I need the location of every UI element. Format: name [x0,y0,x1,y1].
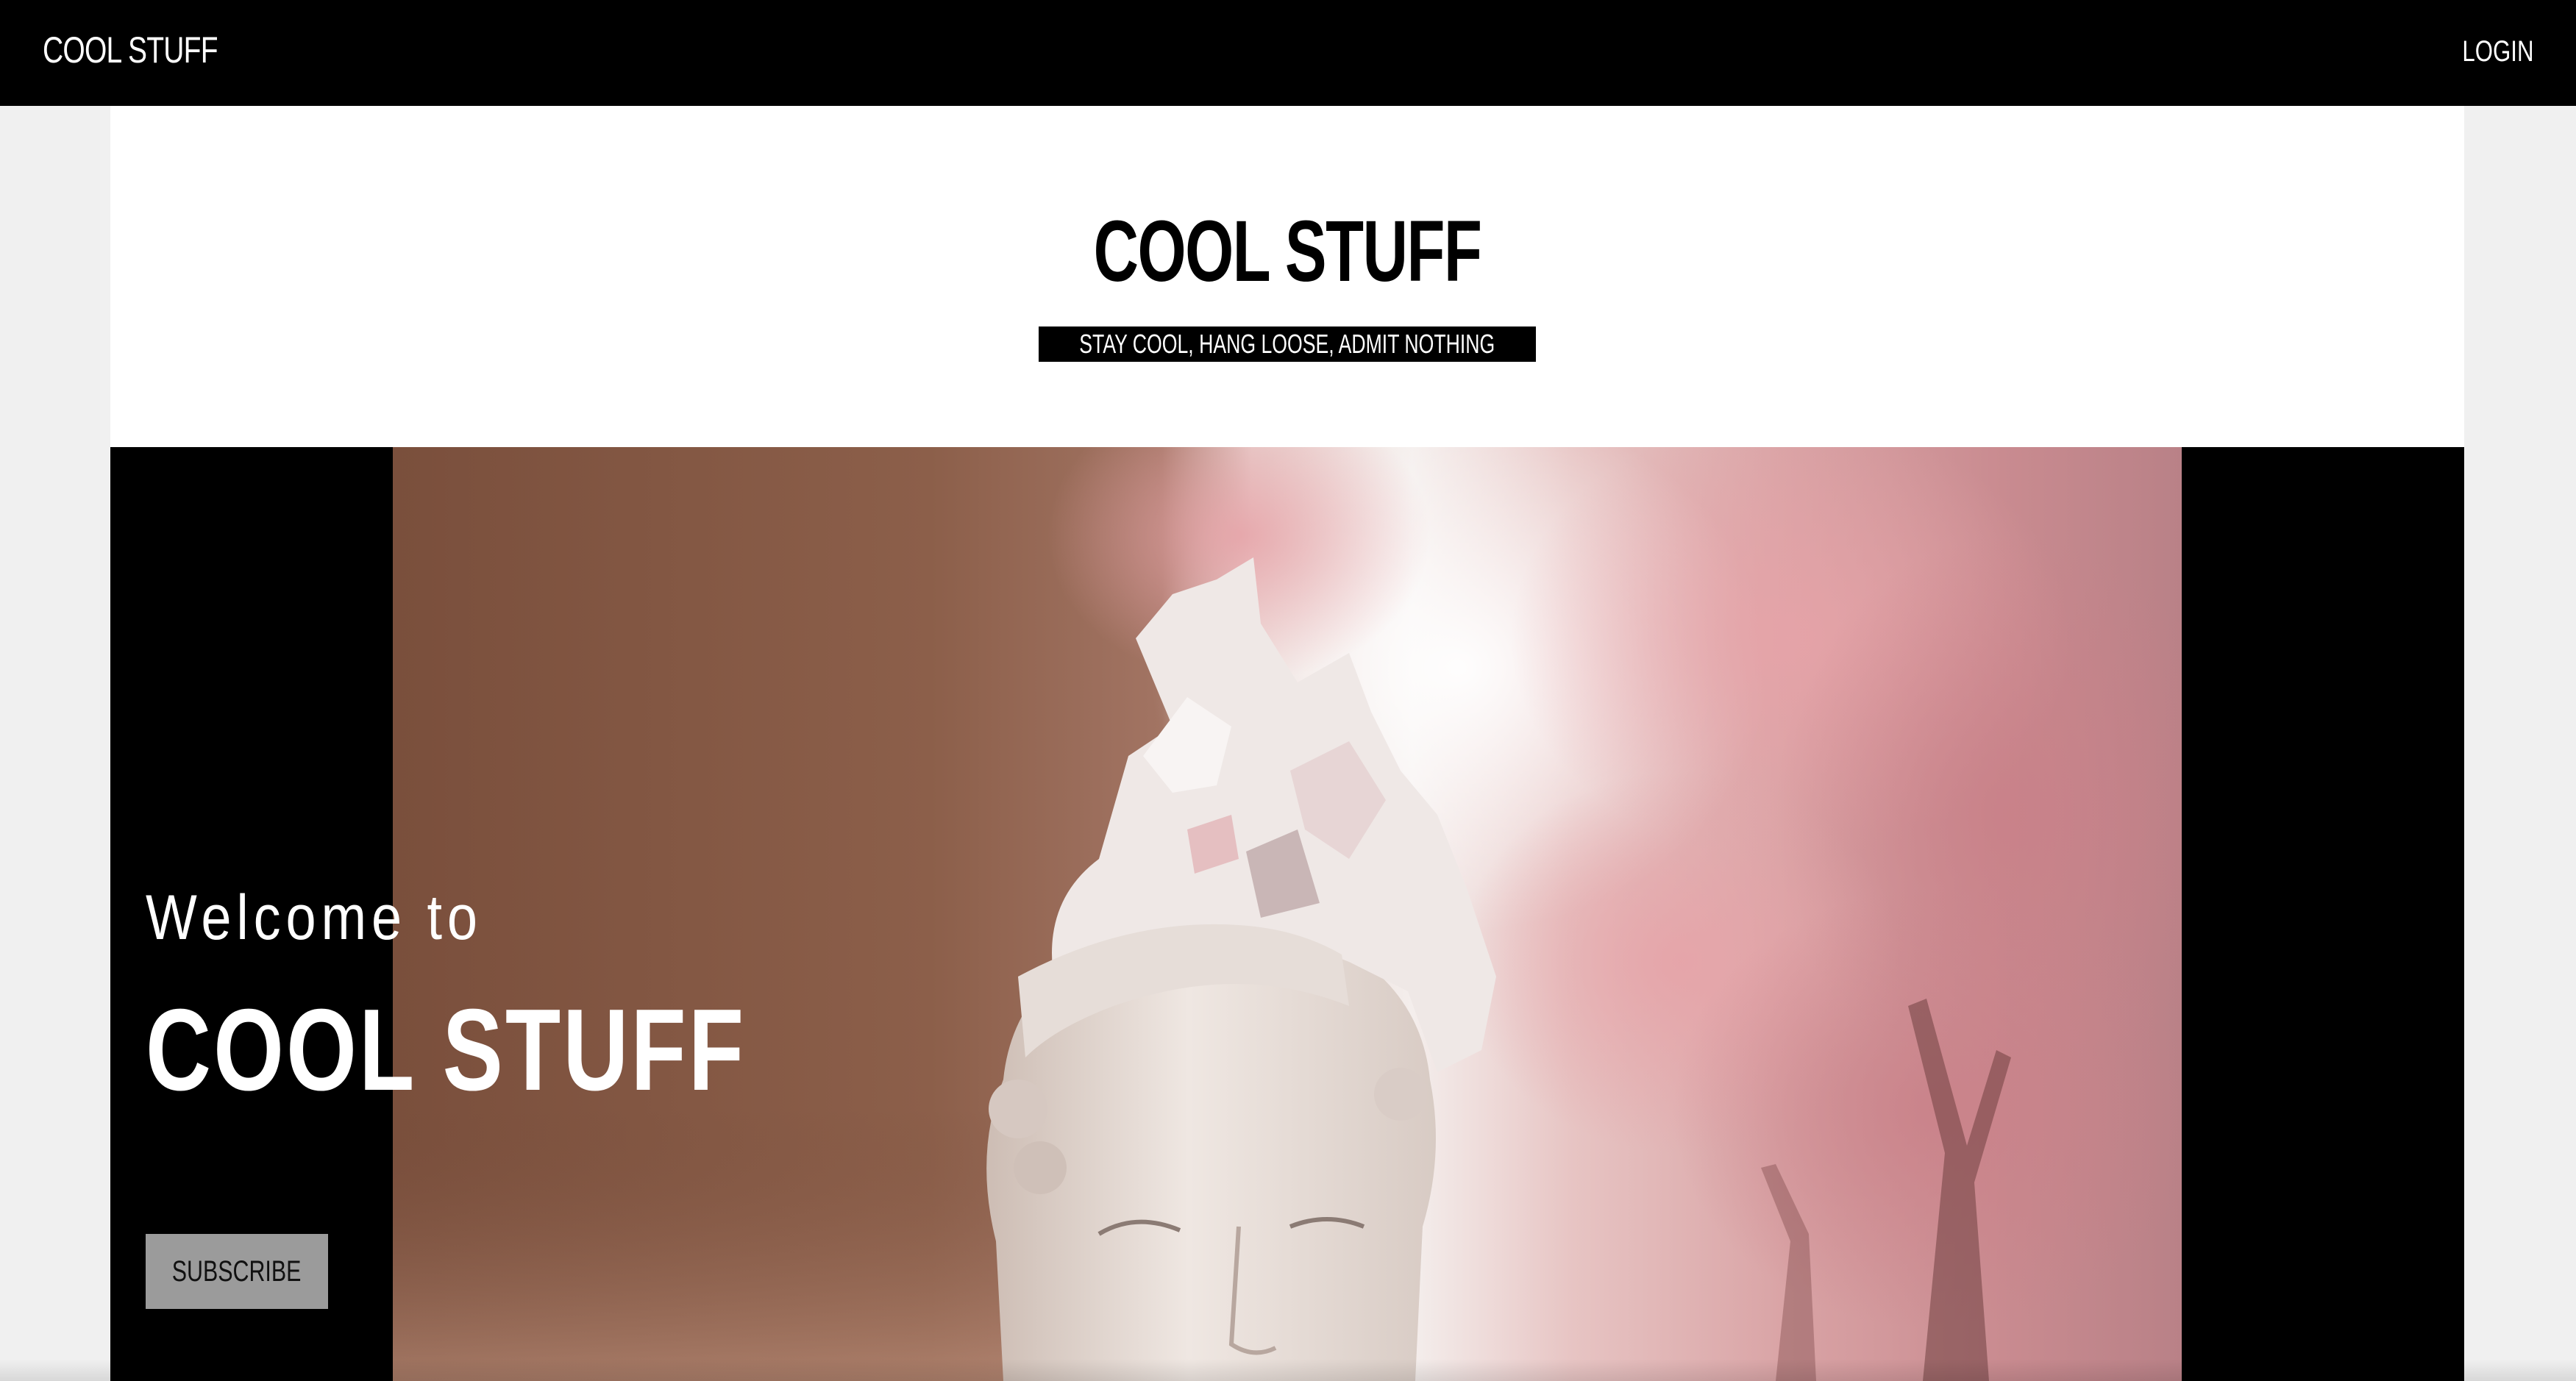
hero-welcome-text: Welcome to [146,882,483,953]
subscribe-button[interactable]: SUBSCRIBE [146,1234,328,1309]
tagline-badge: STAY COOL, HANG LOOSE, ADMIT NOTHING [1039,326,1536,362]
subscribe-button-label: SUBSCRIBE [172,1255,302,1288]
tagline-text: STAY COOL, HANG LOOSE, ADMIT NOTHING [1079,329,1495,359]
login-link[interactable]: LOGIN [2462,31,2533,72]
masthead: COOL STUFF STAY COOL, HANG LOOSE, ADMIT … [110,106,2464,447]
nav-brand-link[interactable]: COOL STUFF [43,26,218,74]
page-content: COOL STUFF STAY COOL, HANG LOOSE, ADMIT … [110,106,2464,1381]
site-title: COOL STUFF [1093,203,1482,300]
top-navigation-bar: COOL STUFF LOGIN [0,0,2576,106]
tagline-container: STAY COOL, HANG LOOSE, ADMIT NOTHING [110,326,2464,362]
hero-title: COOL STUFF [146,985,747,1115]
hero-section: Welcome to COOL STUFF SUBSCRIBE [110,447,2464,1381]
hero-copy: Welcome to COOL STUFF SUBSCRIBE [146,447,808,1381]
